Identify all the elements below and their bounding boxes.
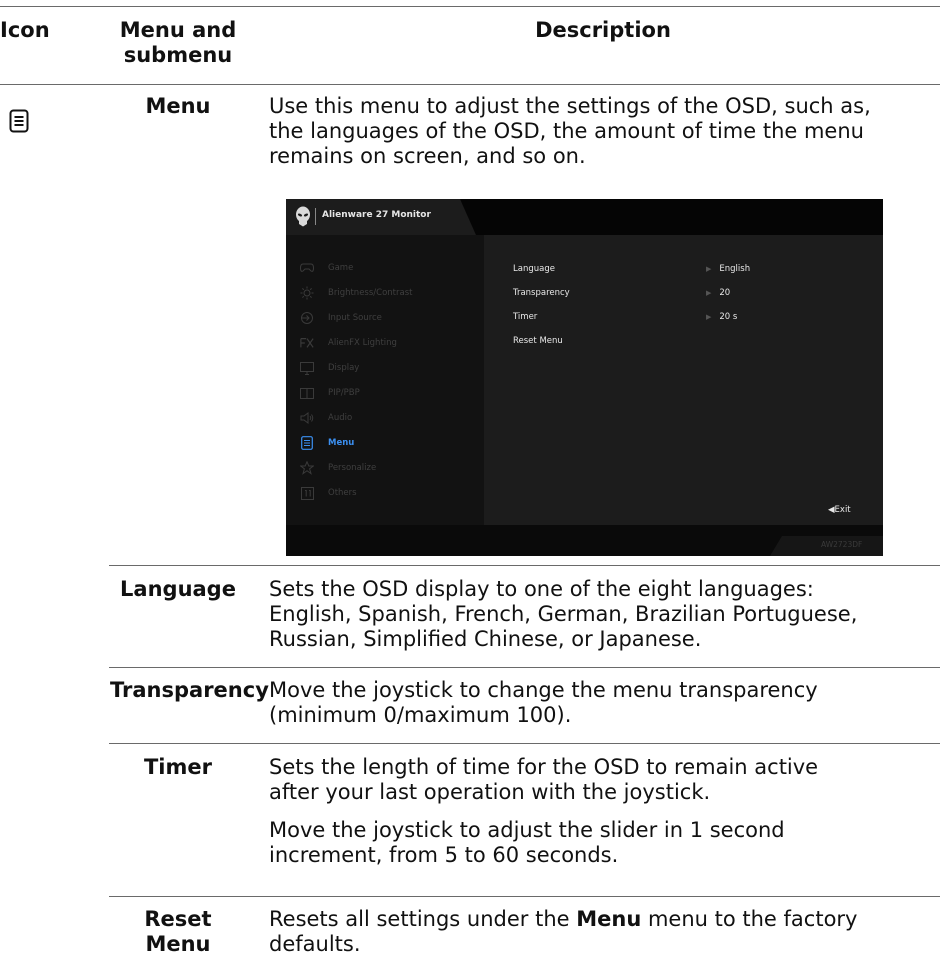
osd-nav-item-audio[interactable]: Audio	[300, 407, 480, 429]
reset-menu-row-name: Reset Menu	[144, 907, 212, 956]
timer-row-description-2: Move the joystick to adjust the slider i…	[269, 818, 937, 868]
timer-row-description: Sets the length of time for the OSD to r…	[269, 755, 937, 805]
osd-nav-label: Game	[328, 263, 354, 273]
osd-value-text: English	[719, 264, 751, 274]
gamepad-icon	[300, 261, 314, 275]
osd-nav-label: Brightness/Contrast	[328, 288, 413, 298]
osd-nav-item-pip-pbp[interactable]: PIP/PBP	[300, 382, 480, 404]
osd-value-text: 20	[719, 288, 731, 298]
play-arrow-icon: ▶	[706, 265, 712, 273]
alienware-logo-icon	[296, 206, 310, 227]
osd-nav-item-game[interactable]: Game	[300, 257, 480, 279]
osd-value-text: 20 s	[719, 312, 738, 322]
transparency-desc-line: (minimum 0/maximum 100).	[269, 703, 572, 727]
osd-nav-item-alienfx-lighting[interactable]: AlienFX Lighting	[300, 332, 480, 354]
osd-value-timer[interactable]: ▶ 20 s	[706, 312, 737, 322]
osd-setting-transparency[interactable]: Transparency	[513, 288, 570, 298]
osd-nav-label: AlienFX Lighting	[328, 338, 397, 348]
timer-row-name: Timer	[143, 755, 212, 779]
osd-nav-label: Others	[328, 488, 357, 498]
osd-value-language[interactable]: ▶ English	[706, 264, 750, 274]
osd-nav-item-personalize[interactable]: Personalize	[300, 457, 480, 479]
play-arrow-icon: ▶	[706, 289, 712, 297]
osd-nav-item-others[interactable]: Others	[300, 482, 480, 504]
language-row-description: Sets the OSD display to one of the eight…	[269, 577, 937, 652]
osd-model-label: AW2723DF	[821, 540, 863, 549]
timer-desc-line: increment, from 5 to 60 seconds.	[269, 843, 619, 867]
star-icon	[300, 461, 314, 475]
menu-row-description: Use this menu to adjust the settings of …	[269, 94, 937, 169]
osd-nav-label: Input Source	[328, 313, 382, 323]
reset-menu-desc-line: Resets all settings under the Menu menu …	[269, 907, 937, 932]
osd-nav-item-menu[interactable]: Menu	[300, 432, 480, 454]
language-desc-line: Sets the OSD display to one of the eight…	[269, 577, 814, 601]
osd-value-transparency[interactable]: ▶ 20	[706, 288, 730, 298]
row-rule	[109, 896, 940, 897]
header-bottom-rule	[0, 84, 940, 85]
menu-list-icon	[9, 109, 29, 133]
reset-desc-bold: Menu	[576, 907, 642, 931]
menu-row-name: Menu	[145, 94, 211, 118]
reset-desc-pre: Resets all settings under the	[269, 907, 577, 931]
transparency-desc-line: Move the joystick to change the menu tra…	[269, 678, 818, 702]
header-menu-line1: Menu and	[119, 18, 237, 42]
timer-desc-line: after your last operation with the joyst…	[269, 780, 711, 804]
timer-desc-line: Sets the length of time for the OSD to r…	[269, 755, 819, 779]
osd-nav-label: Display	[328, 363, 360, 373]
header-icon: Icon	[0, 18, 50, 42]
menu-desc-line: the languages of the OSD, the amount of …	[269, 119, 864, 143]
osd-nav-label: Menu	[328, 438, 355, 448]
menu-list-icon	[300, 436, 314, 450]
row-rule	[109, 667, 940, 668]
osd-nav-item-display[interactable]: Display	[300, 357, 480, 379]
speaker-icon	[300, 411, 314, 425]
osd-exit-button[interactable]: ◀Exit	[828, 505, 851, 515]
monitor-icon	[300, 361, 314, 375]
brightness-icon	[300, 286, 314, 300]
table-top-rule	[0, 6, 940, 7]
language-desc-line: Russian, Simplified Chinese, or Japanese…	[269, 627, 702, 651]
osd-nav-item-brightness-contrast[interactable]: Brightness/Contrast	[300, 282, 480, 304]
timer-desc-line: Move the joystick to adjust the slider i…	[269, 818, 785, 842]
osd-title-separator	[315, 208, 316, 225]
osd-setting-timer[interactable]: Timer	[513, 312, 537, 322]
osd-settings-panel	[484, 235, 883, 525]
osd-screenshot: Alienware 27 Monitor Game Brightness/Con…	[286, 199, 883, 556]
osd-setting-language[interactable]: Language	[513, 264, 555, 274]
header-description: Description	[535, 18, 671, 42]
osd-setting-reset-menu[interactable]: Reset Menu	[513, 336, 563, 346]
language-row-name: Language	[120, 577, 236, 601]
reset-menu-desc-line: defaults.	[269, 932, 361, 956]
osd-monitor-title: Alienware 27 Monitor	[322, 210, 431, 220]
others-icon	[300, 486, 314, 500]
reset-menu-row-description: Resets all settings under the Menu menu …	[269, 907, 937, 957]
fx-icon	[300, 336, 314, 350]
menu-desc-line: Use this menu to adjust the settings of …	[269, 94, 871, 118]
menu-desc-line: remains on screen, and so on.	[269, 144, 586, 168]
osd-nav-label: Personalize	[328, 463, 377, 473]
play-arrow-icon: ▶	[706, 313, 712, 321]
osd-nav-label: Audio	[328, 413, 353, 423]
header-menu-and-submenu: Menu and submenu	[110, 18, 246, 68]
osd-nav-item-input-source[interactable]: Input Source	[300, 307, 480, 329]
pip-icon	[300, 386, 314, 400]
language-desc-line: English, Spanish, French, German, Brazil…	[269, 602, 858, 626]
transparency-row-name: Transparency	[110, 678, 269, 702]
header-menu-line2: submenu	[123, 43, 233, 67]
input-source-icon	[300, 311, 314, 325]
row-rule	[109, 743, 940, 744]
transparency-row-description: Move the joystick to change the menu tra…	[269, 678, 937, 728]
row-rule	[109, 565, 940, 566]
osd-nav-label: PIP/PBP	[328, 388, 360, 398]
reset-desc-post: menu to the factory	[641, 907, 858, 931]
